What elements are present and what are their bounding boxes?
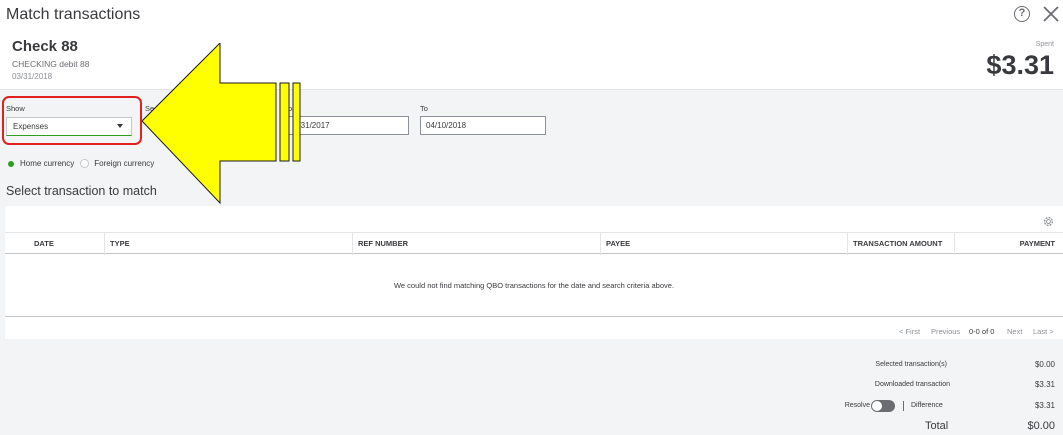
- downloaded-label: Downloaded transaction: [874, 381, 950, 388]
- resolve-toggle[interactable]: [871, 400, 895, 412]
- table-divider: [5, 316, 1063, 317]
- transaction-subtitle: CHECKING debit 88: [12, 59, 90, 69]
- title-bar: Match transactions ?: [0, 0, 1063, 32]
- home-currency-radio[interactable]: [8, 160, 14, 167]
- divider: [903, 401, 904, 411]
- section-title: Select transaction to match: [6, 184, 157, 198]
- table-header: DATE TYPE REF NUMBER PAYEE TRANSACTION A…: [5, 232, 1063, 255]
- column-type[interactable]: TYPE: [104, 233, 130, 255]
- spent-amount: $3.31: [986, 50, 1054, 80]
- downloaded-value: $3.31: [1034, 380, 1055, 389]
- selected-value: $0.00: [1034, 360, 1055, 369]
- pager-previous[interactable]: Previous: [931, 327, 960, 336]
- selected-label: Selected transaction(s): [875, 361, 947, 368]
- to-date-input[interactable]: 04/10/2018: [420, 116, 546, 135]
- column-payee[interactable]: PAYEE: [600, 233, 630, 255]
- transactions-table: [5, 206, 1063, 339]
- home-currency-label: Home currency: [20, 159, 75, 168]
- toggle-knob: [872, 401, 882, 411]
- help-icon[interactable]: ?: [1014, 6, 1030, 22]
- red-highlight-box: [2, 96, 142, 145]
- from-date-input[interactable]: 2/31/2017: [288, 116, 409, 135]
- pager-next[interactable]: Next: [1007, 327, 1022, 336]
- transaction-title: Check 88: [12, 38, 78, 55]
- resolve-label: Resolve: [844, 402, 870, 409]
- total-value: $0.00: [1027, 420, 1055, 432]
- gear-icon[interactable]: [1042, 215, 1055, 228]
- pager-last[interactable]: Last >: [1033, 327, 1054, 336]
- spent-label: Spent: [1035, 41, 1054, 48]
- column-payment[interactable]: PAYMENT: [954, 233, 1057, 255]
- currency-radio-group: Home currency Foreign currency: [8, 159, 154, 168]
- pager-first[interactable]: < First: [899, 327, 920, 336]
- column-date[interactable]: DATE: [29, 233, 54, 255]
- column-transaction-amount[interactable]: TRANSACTION AMOUNT: [847, 233, 942, 255]
- empty-message: We could not find matching QBO transacti…: [393, 281, 674, 290]
- foreign-currency-radio[interactable]: [80, 159, 90, 168]
- pager-range: 0-0 of 0: [969, 327, 995, 336]
- yellow-arrow-annotation: [142, 43, 301, 205]
- total-label: Total: [925, 420, 949, 432]
- close-icon[interactable]: [1041, 4, 1061, 24]
- difference-value: $3.31: [1034, 401, 1055, 410]
- to-label: To: [420, 104, 428, 113]
- transaction-date: 03/31/2018: [12, 72, 53, 81]
- window-title: Match transactions: [6, 6, 141, 23]
- difference-label: Difference: [911, 402, 943, 409]
- column-ref-number[interactable]: REF NUMBER: [352, 233, 408, 255]
